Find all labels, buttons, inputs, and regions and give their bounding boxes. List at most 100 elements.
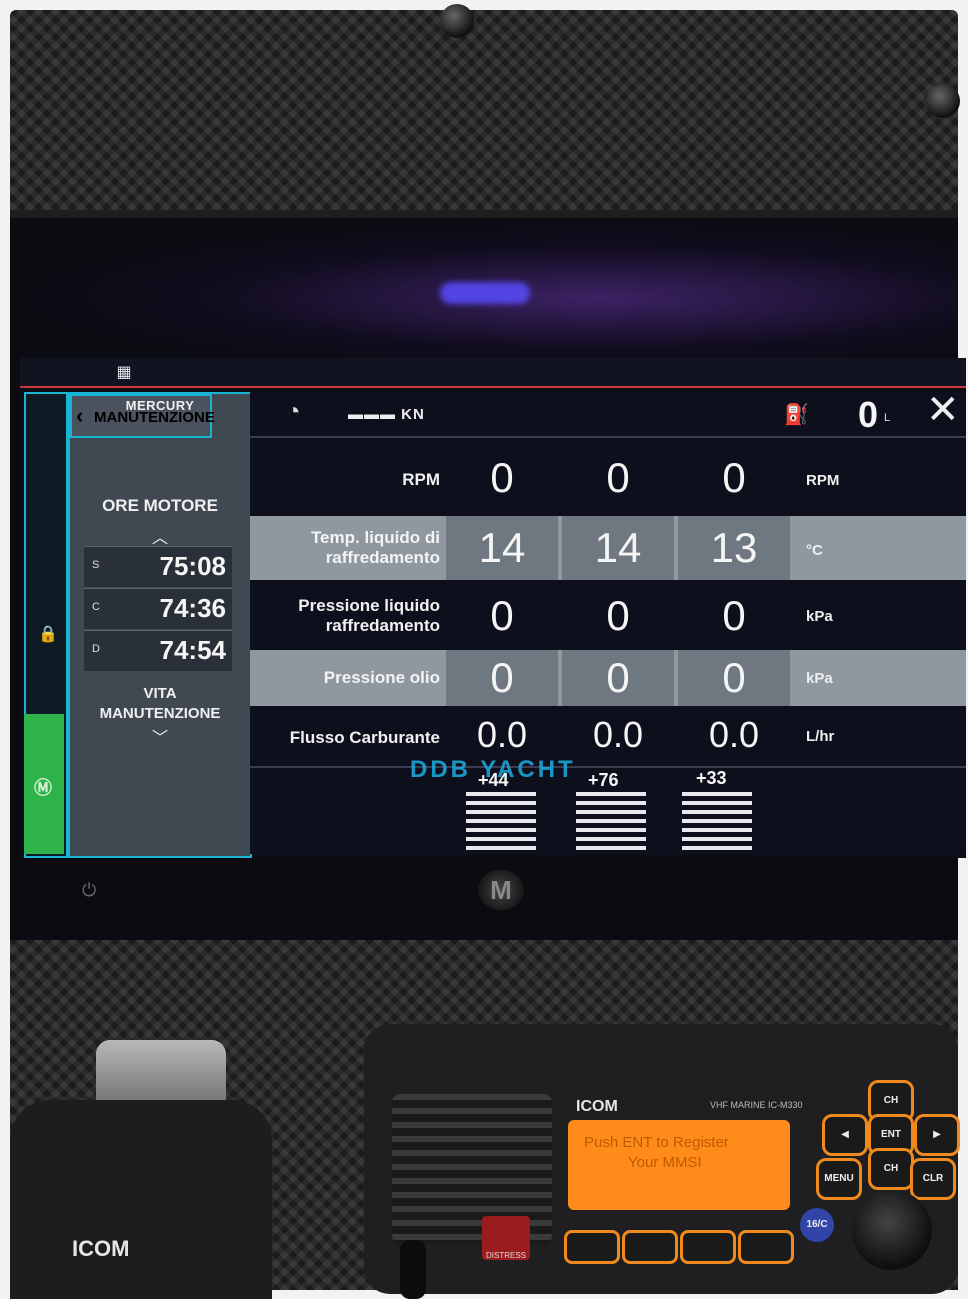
chevron-up-icon[interactable]: ︿ [70, 524, 250, 548]
trim-value: +33 [696, 768, 727, 788]
engine-hours-row: D 74:54 [84, 630, 232, 671]
clear-button[interactable]: CLR [910, 1158, 956, 1200]
trim-gauge [576, 792, 646, 852]
coolant-pressure-row: Pressione liquido raffredamento 0 0 0 kP… [250, 586, 966, 646]
maintenance-menu: MERCURY ‹ MANUTENZIONE ORE MOTORE ︿ S 75… [68, 392, 252, 858]
row-label-line2: raffredamento [325, 616, 440, 635]
top-bar: ▦ [20, 358, 966, 388]
arrow-right-button[interactable]: ▶ [914, 1114, 960, 1156]
photo-scene: ▦ 🔒 Ⓜ MERCURY ‹ MANUTENZIONE ORE MOTORE … [0, 0, 968, 1299]
trim-gauge [466, 792, 536, 852]
row-label-line1: Pressione olio [323, 668, 440, 687]
row-label: Pressione olio [270, 668, 440, 688]
fuel-pump-icon: ⛽ [784, 404, 809, 426]
menu-button[interactable]: MENU [816, 1158, 862, 1200]
row-label-line1: Flusso Carburante [289, 728, 440, 747]
apps-grid-icon[interactable]: ▦ [113, 362, 135, 382]
mic-cable [400, 1240, 426, 1299]
gauge-table: ◔ ▬▬▬ KN ⛽ 0 L ✕ RPM 0 0 0 RPM Temp. liq… [250, 390, 966, 854]
chevron-down-icon[interactable]: ﹀ [70, 724, 250, 748]
engine-hours-row: S 75:08 [84, 546, 232, 587]
engine-value: 13 [710, 524, 758, 571]
row-label: Flusso Carburante [270, 728, 440, 748]
lcd-line2: Your MMSI [628, 1154, 702, 1171]
engine-value: 0 [490, 592, 514, 639]
engine-value: 14 [478, 524, 526, 571]
mic-brand-label: ICOM [72, 1236, 130, 1261]
speed-value: ▬▬▬ KN [348, 406, 425, 423]
panel-screw [926, 84, 960, 118]
engine-hours-row: C 74:36 [84, 588, 232, 629]
arrow-left-button[interactable]: ◀ [822, 1114, 868, 1156]
row-label-line1: Temp. liquido di [310, 528, 440, 547]
fuel-value: 0 [858, 394, 879, 435]
lcd-line1: Push ENT to Register [584, 1134, 729, 1151]
brand-label: MERCURY [125, 398, 195, 413]
row-unit: kPa [806, 670, 833, 687]
engine-hours-value: 75:08 [159, 551, 227, 581]
carbon-panel-top [10, 10, 958, 225]
status-green-bar: Ⓜ [24, 714, 64, 854]
speedometer-icon: ◔ [286, 398, 301, 425]
channel-16-button[interactable]: 16/C [800, 1208, 834, 1242]
trim-value: +76 [588, 770, 619, 790]
engine-value: 0 [722, 454, 746, 501]
row-label-line1: RPM [402, 470, 440, 489]
row-label: RPM [270, 470, 440, 490]
engine-value: 0 [722, 592, 746, 639]
engine-value: 0.0 [476, 714, 528, 755]
row-unit: °C [806, 542, 823, 559]
mercury-logo-icon: M [478, 870, 524, 910]
oil-pressure-row: Pressione olio 0 0 0 kPa [250, 650, 966, 706]
fuel-flow-row: Flusso Carburante 0.0 0.0 0.0 L/hr [250, 710, 966, 768]
close-button[interactable]: ✕ [926, 390, 960, 430]
watermark: DDB YACHT [410, 756, 576, 783]
engine-key: D [92, 643, 100, 655]
row-label: Pressione liquido raffredamento [270, 596, 440, 636]
trim-gauge [682, 792, 752, 852]
engine-value: 14 [594, 524, 642, 571]
engine-value: 0 [722, 654, 746, 701]
maintenance-life-line2: MANUTENZIONE [99, 705, 221, 722]
engine-value: 0 [606, 592, 630, 639]
soft-key-button[interactable] [738, 1230, 794, 1264]
engine-hours-title: ORE MOTORE [102, 496, 218, 515]
soft-key-button[interactable] [564, 1230, 620, 1264]
engine-value: 0.0 [708, 714, 760, 755]
microphone [10, 1100, 272, 1299]
panel-screw [440, 4, 474, 38]
reflection-light [440, 282, 530, 304]
row-label-line1: Pressione liquido [298, 596, 440, 615]
power-icon[interactable]: ⏻ [82, 880, 96, 901]
channel-down-button[interactable]: CH [868, 1148, 914, 1190]
distress-button[interactable]: DISTRESS [482, 1216, 530, 1260]
radio-lcd: Push ENT to Register Your MMSI [568, 1120, 790, 1210]
engine-value: 0.0 [592, 714, 644, 755]
row-unit: RPM [806, 472, 840, 489]
maintenance-life-button[interactable]: VITA MANUTENZIONE [70, 684, 250, 724]
row-label: Temp. liquido di raffredamento [270, 528, 440, 568]
volume-knob[interactable] [852, 1190, 932, 1270]
engine-value: 0 [490, 454, 514, 501]
row-label-line2: raffredamento [325, 548, 440, 567]
row-unit: L/hr [806, 728, 835, 745]
fuel-unit: L [884, 412, 891, 424]
coolant-temp-row: Temp. liquido di raffredamento 14 14 13 … [250, 516, 966, 580]
lock-icon[interactable]: 🔒 [38, 624, 58, 644]
soft-key-button[interactable] [680, 1230, 736, 1264]
header-divider [250, 436, 966, 438]
engine-key: S [92, 559, 100, 571]
chevron-left-icon: ‹ [76, 403, 84, 428]
engine-hours-value: 74:54 [159, 635, 227, 665]
soft-key-button[interactable] [622, 1230, 678, 1264]
row-unit: kPa [806, 608, 833, 625]
engine-value: 0 [606, 454, 630, 501]
engine-key: C [92, 601, 100, 613]
maintenance-life-line1: VITA [143, 685, 177, 702]
radio-brand-label: ICOM [576, 1098, 618, 1115]
rpm-row: RPM 0 0 0 RPM [250, 446, 966, 510]
radio-model-label: VHF MARINE IC-M330 [710, 1100, 803, 1110]
mercury-logo-icon: Ⓜ [34, 778, 52, 798]
engine-value: 0 [606, 654, 630, 701]
engine-value: 0 [490, 654, 514, 701]
